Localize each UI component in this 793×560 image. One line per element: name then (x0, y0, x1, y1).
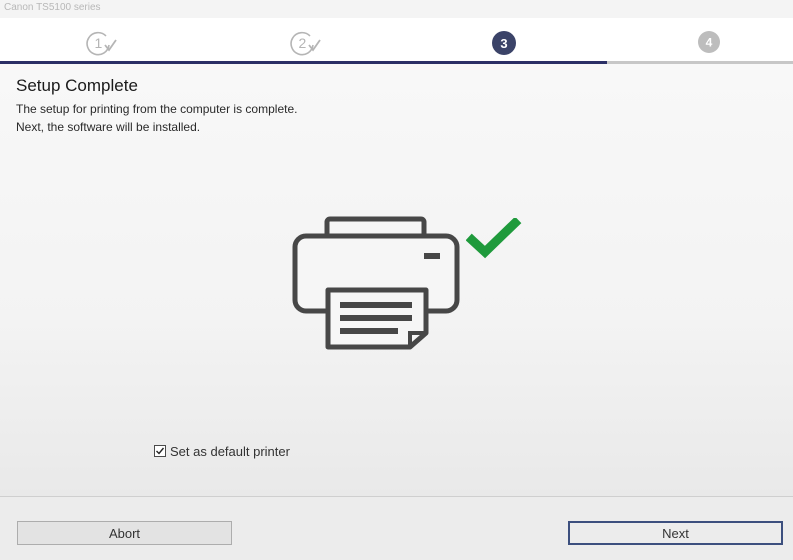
description-line-1: The setup for printing from the computer… (16, 102, 298, 116)
abort-button[interactable]: Abort (17, 521, 232, 545)
step-3: 3 (491, 30, 517, 56)
checkmark-icon (466, 218, 522, 259)
title-bar: Canon TS5100 series (0, 0, 793, 18)
next-button[interactable]: Next (568, 521, 783, 545)
window-title: Canon TS5100 series (4, 2, 101, 13)
step-indicator: 1 2 3 4 (0, 18, 793, 64)
step-3-current-icon: 3 (492, 31, 516, 55)
step-3-number: 3 (500, 36, 507, 51)
step-4-number: 4 (706, 36, 713, 50)
description-line-2: Next, the software will be installed. (16, 120, 201, 134)
checkmark-small-icon (156, 447, 165, 455)
page-title: Setup Complete (16, 76, 138, 95)
step-2: 2 (290, 30, 321, 56)
main-panel: Setup Complete The setup for printing fr… (0, 64, 793, 496)
step-1-done-icon: 1 (86, 31, 117, 56)
description: The setup for printing from the computer… (16, 100, 297, 136)
step-4-upcoming-icon: 4 (698, 31, 720, 53)
checkbox-box[interactable] (154, 445, 166, 457)
step-1: 1 (86, 30, 117, 56)
step-4: 4 (697, 30, 723, 56)
set-default-printer-label: Set as default printer (170, 443, 290, 459)
step-1-number: 1 (95, 35, 103, 51)
button-bar: Abort Next (0, 496, 793, 560)
setup-complete-illustration (290, 215, 522, 355)
step-2-done-icon: 2 (290, 31, 321, 56)
step-2-number: 2 (299, 35, 307, 51)
set-default-printer-checkbox[interactable]: Set as default printer (154, 443, 290, 459)
